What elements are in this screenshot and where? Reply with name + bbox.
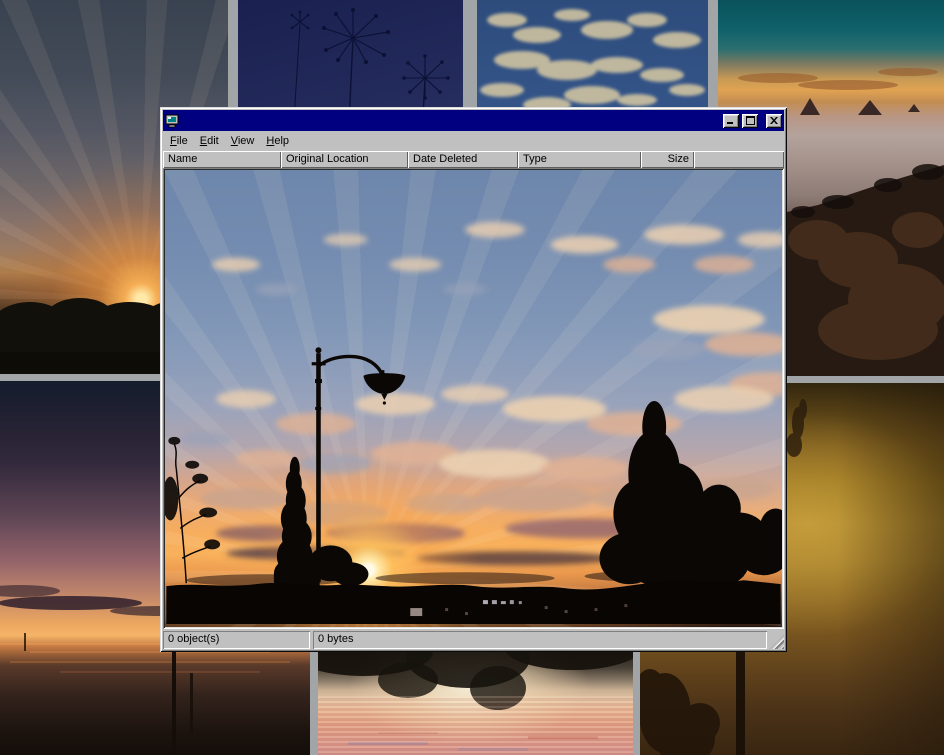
column-header-date-deleted[interactable]: Date Deleted xyxy=(408,151,518,168)
close-icon xyxy=(770,117,778,124)
menu-bar: File Edit View Help xyxy=(163,131,784,151)
column-headers: Name Original Location Date Deleted Type… xyxy=(163,151,784,168)
status-bar: 0 object(s) 0 bytes xyxy=(163,631,784,649)
column-header-size[interactable]: Size xyxy=(641,151,694,168)
recycle-bin-window: File Edit View Help Name Original Locati… xyxy=(160,107,787,652)
status-byte-count: 0 bytes xyxy=(313,631,767,649)
sunset-street-lamp-photo xyxy=(165,170,782,627)
minimize-icon xyxy=(727,117,735,125)
column-header-filler xyxy=(694,151,784,168)
file-list-area[interactable] xyxy=(163,168,784,629)
status-object-count: 0 object(s) xyxy=(163,631,310,649)
photo-silhouettes xyxy=(165,170,782,627)
maximize-button[interactable] xyxy=(742,114,758,128)
minimize-button[interactable] xyxy=(723,114,739,128)
menu-view[interactable]: View xyxy=(225,133,261,149)
right-trees-silhouette xyxy=(599,401,782,589)
water-ripples xyxy=(318,696,633,755)
maximize-icon xyxy=(746,116,755,125)
title-bar[interactable] xyxy=(163,110,784,131)
resize-grip[interactable] xyxy=(770,635,784,649)
cypress-tree-silhouette xyxy=(274,457,369,589)
menu-file[interactable]: File xyxy=(164,133,194,149)
menu-edit[interactable]: Edit xyxy=(194,133,225,149)
foreground-silhouette xyxy=(166,580,780,624)
menu-help[interactable]: Help xyxy=(260,133,295,149)
column-header-name[interactable]: Name xyxy=(163,151,281,168)
close-button[interactable] xyxy=(766,114,782,128)
column-header-type[interactable]: Type xyxy=(518,151,641,168)
column-header-original-location[interactable]: Original Location xyxy=(281,151,408,168)
computer-icon xyxy=(165,114,179,128)
